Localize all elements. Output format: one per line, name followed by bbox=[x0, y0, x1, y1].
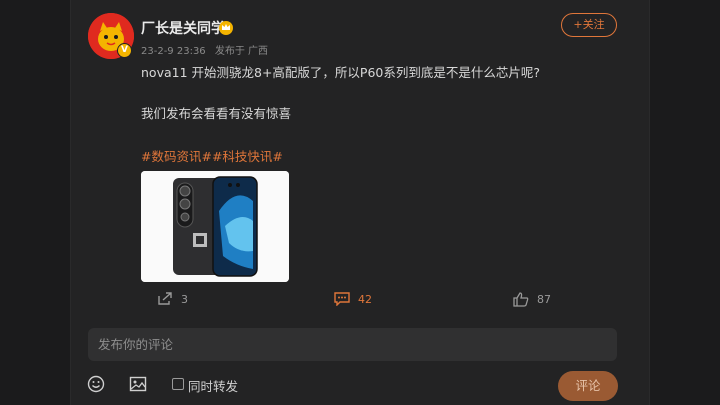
like-icon bbox=[513, 292, 529, 307]
emoji-icon[interactable] bbox=[87, 375, 105, 393]
submit-comment-button[interactable]: 评论 bbox=[558, 371, 618, 401]
comment-icon bbox=[334, 292, 350, 306]
post-timestamp: 23-2-9 23:36 bbox=[141, 46, 206, 57]
tag-link[interactable]: #数码资讯# bbox=[141, 149, 212, 164]
username[interactable]: 厂长是关同学 bbox=[141, 18, 225, 38]
repost-checkbox-label[interactable]: 同时转发 bbox=[188, 376, 238, 395]
share-icon bbox=[158, 292, 172, 305]
verified-badge: V bbox=[117, 43, 132, 58]
post-source: 发布于 广西 bbox=[214, 46, 269, 57]
post-tags: #数码资讯##科技快讯# bbox=[141, 146, 283, 165]
repost-count: 3 bbox=[181, 292, 188, 306]
image-icon[interactable] bbox=[129, 375, 147, 393]
comment-input[interactable]: 发布你的评论 bbox=[88, 328, 617, 361]
comment-button[interactable]: 42 bbox=[334, 292, 372, 306]
like-count: 87 bbox=[537, 293, 551, 306]
repost-checkbox[interactable] bbox=[172, 378, 184, 390]
post-meta: 23-2-9 23:36 发布于 广西 bbox=[141, 42, 274, 57]
comment-count: 42 bbox=[358, 292, 372, 306]
follow-button[interactable]: +关注 bbox=[561, 13, 617, 37]
phone-product-image bbox=[141, 171, 289, 282]
crown-icon bbox=[219, 21, 233, 35]
repost-button[interactable]: 3 bbox=[157, 292, 188, 306]
post-text-line1: nova11 开始测骁龙8+高配版了，所以P60系列到底是不是什么芯片呢? bbox=[141, 65, 541, 80]
post-text-line2: 我们发布会看看有没有惊喜 bbox=[141, 106, 292, 121]
like-button[interactable]: 87 bbox=[513, 292, 551, 307]
tag-link[interactable]: #科技快讯# bbox=[212, 149, 283, 164]
post-image[interactable] bbox=[141, 171, 289, 282]
